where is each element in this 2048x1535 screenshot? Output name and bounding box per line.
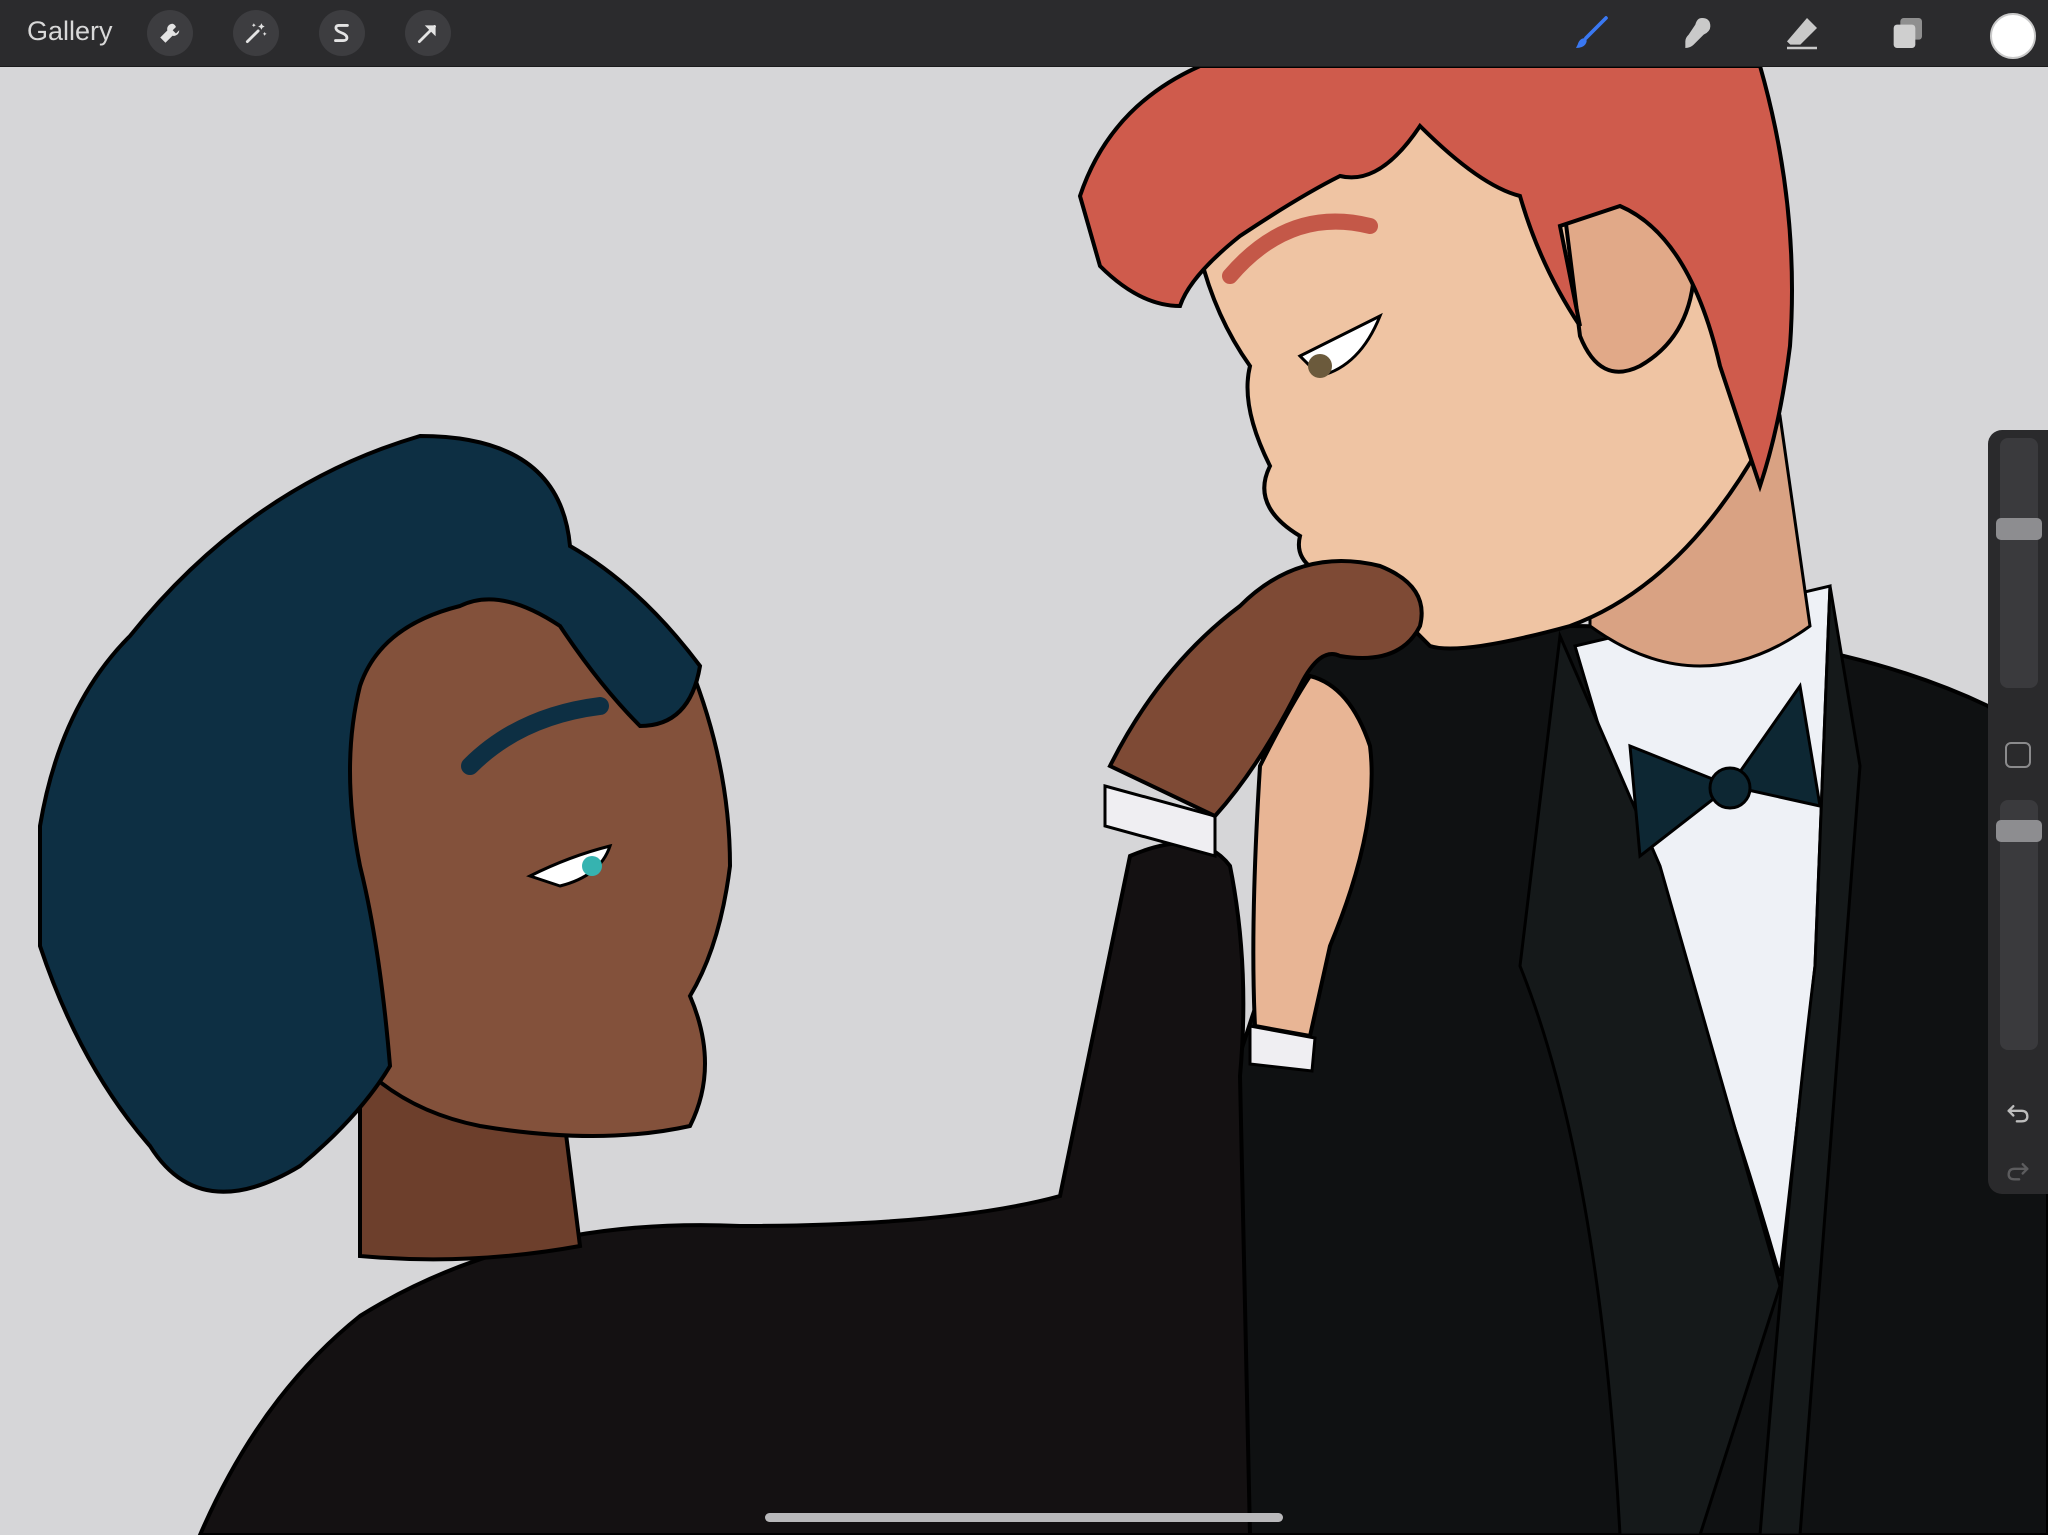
top-toolbar: Gallery [0, 0, 2048, 67]
layers-button[interactable] [1883, 9, 1931, 57]
modify-button[interactable] [2005, 742, 2031, 768]
adjustments-button[interactable] [233, 10, 279, 56]
sidebar [1988, 430, 2048, 1194]
selection-s-icon [334, 24, 349, 42]
home-indicator[interactable] [765, 1513, 1283, 1522]
wrench-icon [160, 23, 180, 43]
arrow-transform-icon [417, 25, 436, 44]
layers-icon [1893, 18, 1922, 48]
redo-button[interactable] [2002, 1154, 2034, 1186]
magic-wand-icon [245, 23, 267, 44]
brush-size-thumb[interactable] [1996, 518, 2042, 540]
smudge-icon [1685, 18, 1711, 48]
redo-icon [2007, 1163, 2029, 1181]
undo-button[interactable] [2002, 1096, 2034, 1128]
brush-tool-button[interactable] [1567, 9, 1615, 57]
opacity-slider[interactable] [1996, 800, 2042, 1050]
opacity-thumb[interactable] [1996, 820, 2042, 842]
undo-icon [2007, 1105, 2029, 1123]
brush-size-slider[interactable] [1996, 438, 2042, 688]
actions-button[interactable] [147, 10, 193, 56]
color-picker-button[interactable] [1990, 13, 2036, 59]
gallery-button[interactable]: Gallery [27, 16, 113, 47]
brush-icon [1576, 16, 1608, 48]
canvas-artwork[interactable] [0, 66, 2048, 1535]
eraser-icon [1787, 18, 1817, 50]
eraser-tool-button[interactable] [1778, 9, 1826, 57]
smudge-tool-button[interactable] [1673, 9, 1721, 57]
selection-button[interactable] [319, 10, 365, 56]
transform-button[interactable] [405, 10, 451, 56]
